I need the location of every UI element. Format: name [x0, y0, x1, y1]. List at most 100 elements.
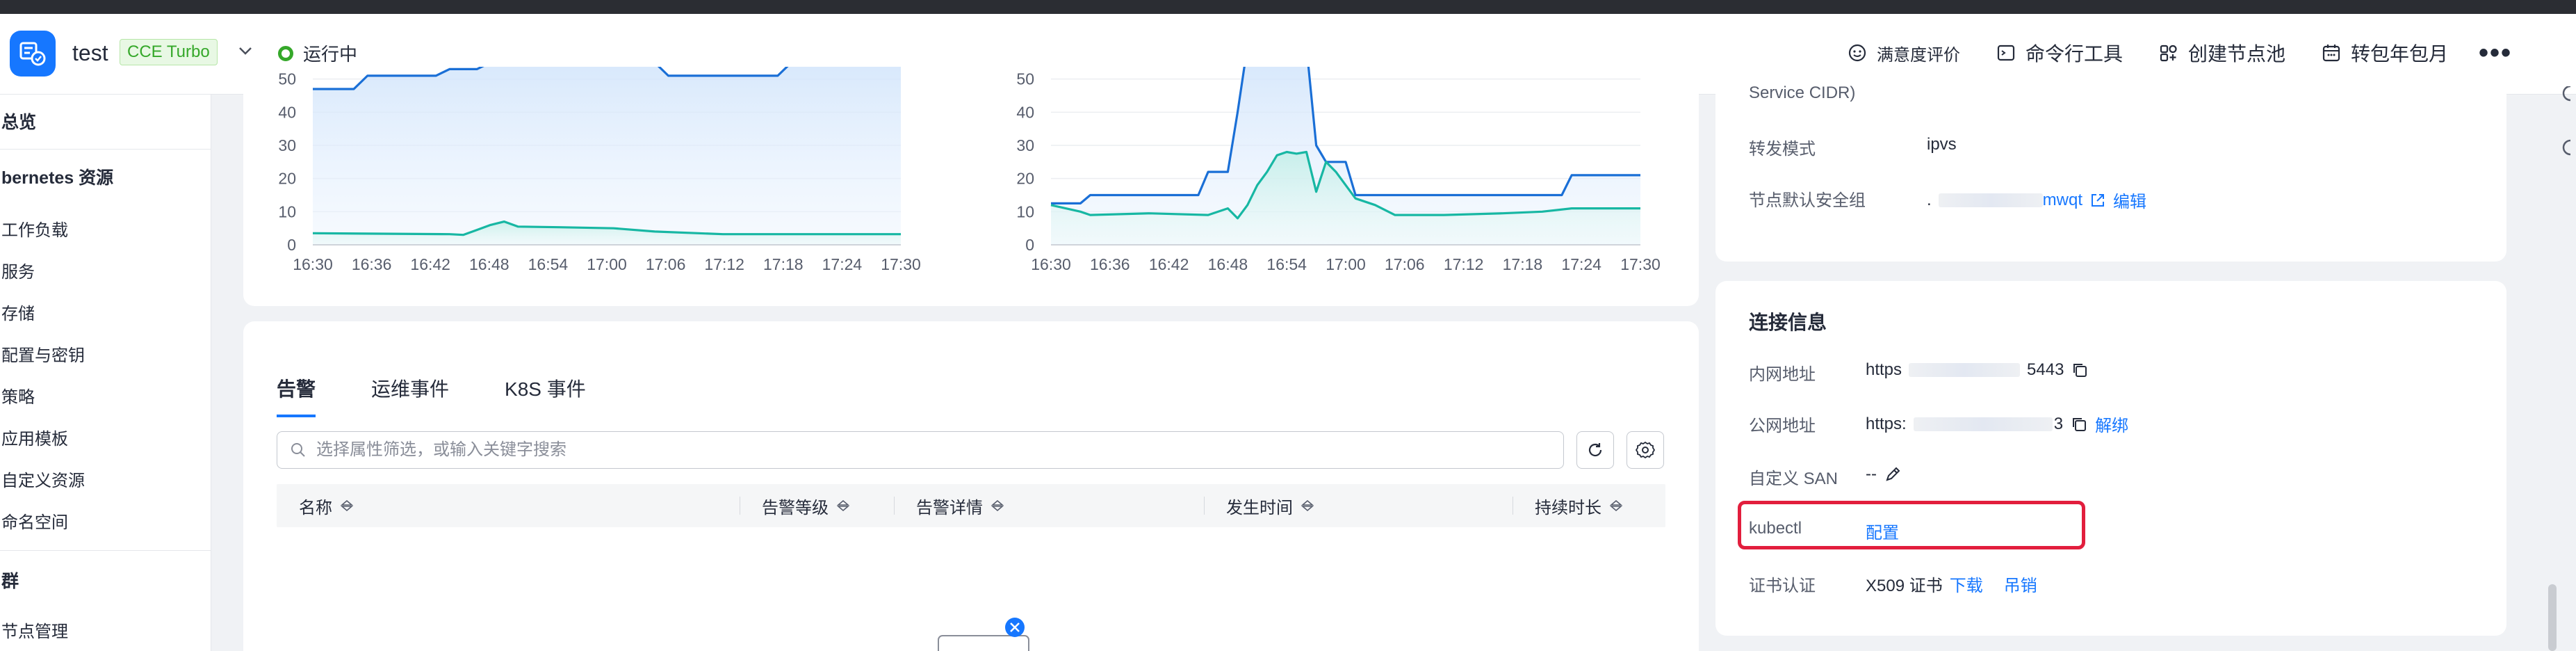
sidebar: 总览 bernetes 资源 工作负载 服务 存储 配置与密钥 策略 应用模板 … [0, 95, 211, 651]
internal-address-port: 5443 [2027, 360, 2064, 379]
x-tick-label: 16:30 [293, 255, 333, 273]
external-link-icon[interactable] [2089, 192, 2106, 209]
x-tick-label: 17:18 [1503, 255, 1543, 273]
satisfaction-button[interactable]: 满意度评价 [1848, 41, 1960, 65]
column-time[interactable]: 发生时间 [1226, 484, 1315, 527]
column-level[interactable]: 告警等级 [762, 484, 851, 527]
unbind-link[interactable]: 解绑 [2095, 412, 2128, 436]
gear-icon [1636, 441, 1655, 459]
y-tick-label: 30 [1016, 136, 1034, 154]
default-security-group-label: 节点默认安全组 [1749, 191, 1866, 210]
connection-info-panel: 连接信息 内网地址 https 5443 公网地址 https: 3 解绑 自定… [1715, 281, 2506, 636]
sidebar-item-workloads[interactable]: 工作负载 [1, 216, 68, 241]
forward-mode-value: ipvs [1927, 135, 1957, 154]
x-tick-label: 16:42 [410, 255, 450, 273]
alerts-search-box[interactable] [277, 431, 1564, 469]
copy-icon[interactable] [2070, 415, 2088, 433]
sidebar-divider [0, 149, 211, 150]
y-tick-label: 50 [1016, 70, 1034, 88]
cert-revoke-link[interactable]: 吊销 [2004, 572, 2037, 596]
column-level-label: 告警等级 [762, 498, 829, 517]
public-address-prefix: https: [1866, 414, 1907, 433]
column-detail-label: 告警详情 [916, 498, 983, 517]
sort-icon [836, 499, 850, 512]
sidebar-item-config-secrets[interactable]: 配置与密钥 [1, 341, 85, 366]
chevron-down-icon[interactable] [236, 42, 254, 63]
sidebar-item-overview[interactable]: 总览 [1, 108, 36, 134]
security-group-link[interactable]: mwqt [2043, 191, 2082, 210]
alerts-search-input[interactable] [316, 440, 1498, 460]
y-tick-label: 20 [278, 170, 296, 188]
sidebar-item-app-templates[interactable]: 应用模板 [1, 425, 68, 449]
cce-logo-icon[interactable] [10, 31, 56, 77]
sort-icon [340, 499, 354, 512]
tab-ops-events[interactable]: 运维事件 [371, 374, 449, 417]
cluster-type-badge: CCE Turbo [120, 39, 218, 65]
x-tick-label: 17:06 [1385, 255, 1425, 273]
x-tick-label: 17:00 [587, 255, 627, 273]
cluster-status: 运行中 [278, 40, 357, 66]
public-address-tail: 3 [2053, 414, 2064, 433]
browser-top-strip [0, 0, 2576, 14]
sidebar-divider [0, 550, 211, 551]
tab-k8s-events[interactable]: K8S 事件 [505, 374, 586, 417]
masked-value [1938, 193, 2043, 207]
edit-pencil-icon[interactable] [1884, 465, 1902, 483]
x-tick-label: 16:54 [528, 255, 569, 273]
cluster-name: test [72, 40, 108, 65]
page-scrollbar[interactable] [2548, 584, 2557, 651]
sidebar-item-custom-resources[interactable]: 自定义资源 [1, 467, 85, 491]
column-duration[interactable]: 持续时长 [1535, 484, 1624, 527]
yearly-monthly-button[interactable]: 转包年包月 [2322, 39, 2448, 67]
y-tick-label: 20 [1016, 170, 1034, 188]
sidebar-group-cluster[interactable]: 群 [1, 568, 19, 593]
network-info-panel: Service CIDR) 转发模式 ipvs 节点默认安全组 . mwqt 编… [1715, 67, 2506, 262]
tab-alerts[interactable]: 告警 [277, 374, 316, 417]
security-group-prefix: . [1927, 190, 1932, 209]
sidebar-item-storage[interactable]: 存储 [1, 300, 35, 324]
masked-value [1909, 363, 2021, 377]
cert-auth-label: 证书认证 [1749, 577, 1816, 595]
cert-auth-value: X509 证书 下载 吊销 [1866, 572, 2037, 596]
cli-tool-button[interactable]: 命令行工具 [1996, 39, 2123, 67]
more-options-button[interactable]: ••• [2479, 38, 2512, 69]
create-nodepool-label: 创建节点池 [2188, 43, 2286, 65]
x-tick-label: 17:00 [1326, 255, 1366, 273]
create-nodepool-button[interactable]: 创建节点池 [2159, 39, 2285, 67]
copy-icon[interactable] [2071, 361, 2089, 379]
y-tick-label: 10 [1016, 202, 1034, 220]
status-label: 运行中 [303, 44, 358, 65]
column-name-label: 名称 [299, 498, 332, 517]
x-tick-label: 16:36 [352, 255, 392, 273]
y-tick-label: 0 [1025, 236, 1034, 254]
cli-tool-label: 命令行工具 [2025, 43, 2123, 65]
x-tick-label: 16:48 [1208, 255, 1248, 273]
x-tick-label: 16:54 [1266, 255, 1307, 273]
x-tick-label: 17:24 [1561, 255, 1601, 273]
sort-icon [1609, 499, 1623, 512]
x-tick-label: 17:30 [1620, 255, 1661, 273]
edit-security-group-link[interactable]: 编辑 [2113, 188, 2146, 212]
x-tick-label: 16:42 [1149, 255, 1189, 273]
default-security-group-value: . mwqt 编辑 [1927, 188, 2146, 212]
sidebar-group-kubernetes[interactable]: bernetes 资源 [1, 164, 113, 189]
sidebar-item-policies[interactable]: 策略 [1, 383, 35, 408]
custom-san-value: -- [1866, 465, 1902, 484]
kubectl-highlight-box [1738, 501, 2085, 549]
service-cidr-label: Service CIDR) [1749, 83, 1856, 102]
sidebar-item-node-management[interactable]: 节点管理 [1, 618, 68, 642]
settings-button[interactable] [1627, 431, 1664, 469]
column-detail[interactable]: 告警详情 [916, 484, 1005, 527]
refresh-button[interactable] [1576, 431, 1614, 469]
sidebar-item-services[interactable]: 服务 [1, 258, 35, 282]
satisfaction-label: 满意度评价 [1877, 45, 1960, 65]
sidebar-item-namespaces[interactable]: 命名空间 [1, 508, 68, 533]
column-name[interactable]: 名称 [299, 484, 354, 527]
cert-download-link[interactable]: 下载 [1950, 572, 1983, 596]
right-edge-toolbar [2551, 85, 2576, 173]
empty-state-illustration [916, 615, 1041, 651]
y-tick-label: 0 [287, 236, 296, 254]
internal-address-value: https 5443 [1866, 360, 2089, 380]
status-running-icon [278, 45, 293, 61]
cert-type: X509 证书 [1866, 577, 1943, 595]
